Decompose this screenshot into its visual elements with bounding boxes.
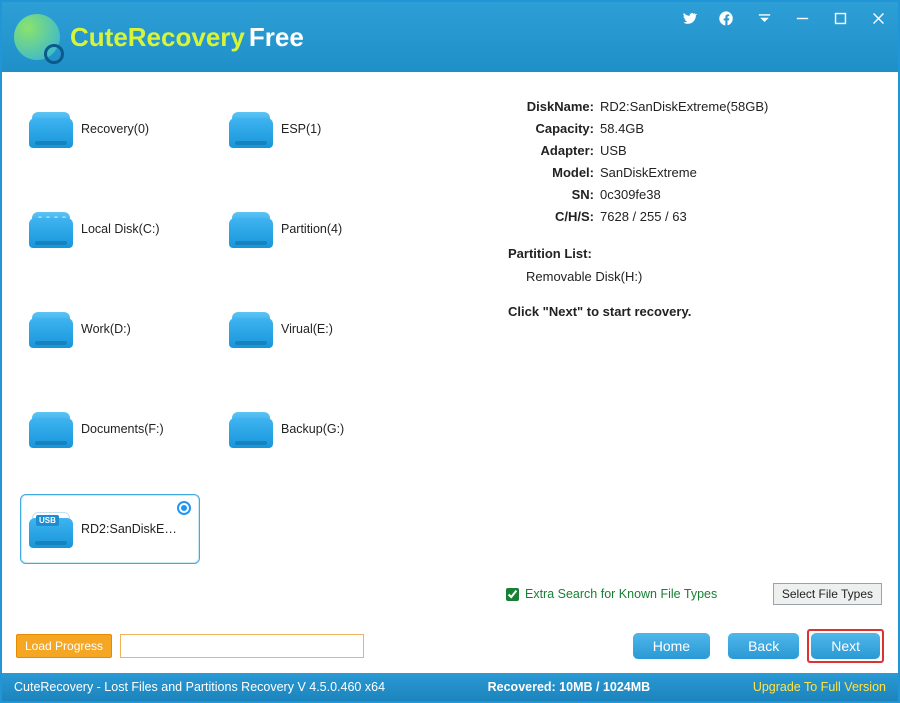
details-pane: DiskName:RD2:SanDiskExtreme(58GB) Capaci… (498, 90, 888, 613)
model-label: Model: (514, 162, 600, 184)
home-button[interactable]: Home (633, 633, 710, 659)
model-value: SanDiskExtreme (600, 162, 884, 184)
sn-label: SN: (514, 184, 600, 206)
drive-item[interactable]: ESP(1) (220, 94, 400, 164)
drive-label: ESP(1) (281, 122, 321, 136)
extra-search-text: Extra Search for Known File Types (525, 587, 717, 601)
disk-info-table: DiskName:RD2:SanDiskExtreme(58GB) Capaci… (514, 96, 884, 228)
chs-value: 7628 / 255 / 63 (600, 206, 884, 228)
next-button-highlight: Next (807, 629, 884, 663)
window-controls (678, 8, 888, 28)
diskname-value: RD2:SanDiskExtreme(58GB) (600, 96, 884, 118)
drive-item[interactable]: Work(D:) (20, 294, 200, 364)
drive-label: Local Disk(C:) (81, 222, 160, 236)
disk-icon (29, 110, 73, 148)
twitter-icon[interactable] (678, 8, 698, 28)
progress-path-input[interactable] (120, 634, 364, 658)
drive-radio[interactable] (177, 501, 191, 515)
drive-item[interactable]: USB RD2:SanDiskEx... (20, 494, 200, 564)
footer-bar: Load Progress Home Back Next (2, 621, 898, 673)
back-button[interactable]: Back (728, 633, 799, 659)
adapter-label: Adapter: (514, 140, 600, 162)
start-recovery-message: Click "Next" to start recovery. (508, 304, 884, 319)
app-logo: CuteRecoveryFree (14, 14, 304, 60)
drive-item[interactable]: Recovery(0) (20, 94, 200, 164)
drive-item[interactable]: Documents(F:) (20, 394, 200, 464)
disk-icon (29, 310, 73, 348)
app-window: CuteRecoveryFree Recovery(0) ESP(1) Local … (0, 0, 900, 703)
drive-item[interactable]: Partition(4) (220, 194, 400, 264)
drive-label: Partition(4) (281, 222, 342, 236)
titlebar: CuteRecoveryFree (2, 2, 898, 72)
extra-search-row: Extra Search for Known File Types Select… (504, 583, 884, 609)
drive-label: Documents(F:) (81, 422, 164, 436)
next-button[interactable]: Next (811, 633, 880, 659)
disk-icon (229, 310, 273, 348)
drive-label: RD2:SanDiskEx... (81, 522, 181, 536)
drive-label: Backup(G:) (281, 422, 344, 436)
drive-item[interactable]: Local Disk(C:) (20, 194, 200, 264)
disk-icon (229, 410, 273, 448)
app-title: CuteRecoveryFree (70, 22, 304, 53)
partition-item[interactable]: Removable Disk(H:) (526, 269, 884, 284)
load-progress-button[interactable]: Load Progress (16, 634, 112, 658)
disk-icon (229, 110, 273, 148)
capacity-label: Capacity: (514, 118, 600, 140)
status-left: CuteRecovery - Lost Files and Partitions… (14, 680, 385, 694)
local-disk-icon (29, 210, 73, 248)
app-title-sub: Free (249, 22, 304, 52)
adapter-value: USB (600, 140, 884, 162)
logo-icon (14, 14, 60, 60)
drive-label: Recovery(0) (81, 122, 149, 136)
app-title-main: CuteRecovery (70, 22, 245, 52)
drive-label: Work(D:) (81, 322, 131, 336)
disk-icon (229, 210, 273, 248)
drive-list-pane: Recovery(0) ESP(1) Local Disk(C:) Partition… (16, 90, 498, 613)
drive-item[interactable]: Virual(E:) (220, 294, 400, 364)
diskname-label: DiskName: (514, 96, 600, 118)
partition-list-header: Partition List: (508, 246, 884, 261)
usb-drive-icon: USB (29, 510, 73, 548)
chs-label: C/H/S: (514, 206, 600, 228)
close-icon[interactable] (868, 8, 888, 28)
status-recovered: Recovered: 10MB / 1024MB (385, 680, 753, 694)
extra-search-checkbox[interactable] (506, 588, 519, 601)
content-area: Recovery(0) ESP(1) Local Disk(C:) Partition… (2, 72, 898, 621)
select-file-types-button[interactable]: Select File Types (773, 583, 882, 605)
extra-search-checkbox-label[interactable]: Extra Search for Known File Types (506, 587, 717, 601)
minimize-icon[interactable] (792, 8, 812, 28)
status-bar: CuteRecovery - Lost Files and Partitions… (2, 673, 898, 701)
sn-value: 0c309fe38 (600, 184, 884, 206)
maximize-icon[interactable] (830, 8, 850, 28)
drive-label: Virual(E:) (281, 322, 333, 336)
facebook-icon[interactable] (716, 8, 736, 28)
disk-icon (29, 410, 73, 448)
menu-dropdown-icon[interactable] (754, 8, 774, 28)
capacity-value: 58.4GB (600, 118, 884, 140)
upgrade-link[interactable]: Upgrade To Full Version (753, 680, 886, 694)
drive-item[interactable]: Backup(G:) (220, 394, 400, 464)
drive-grid: Recovery(0) ESP(1) Local Disk(C:) Partition… (16, 90, 494, 613)
